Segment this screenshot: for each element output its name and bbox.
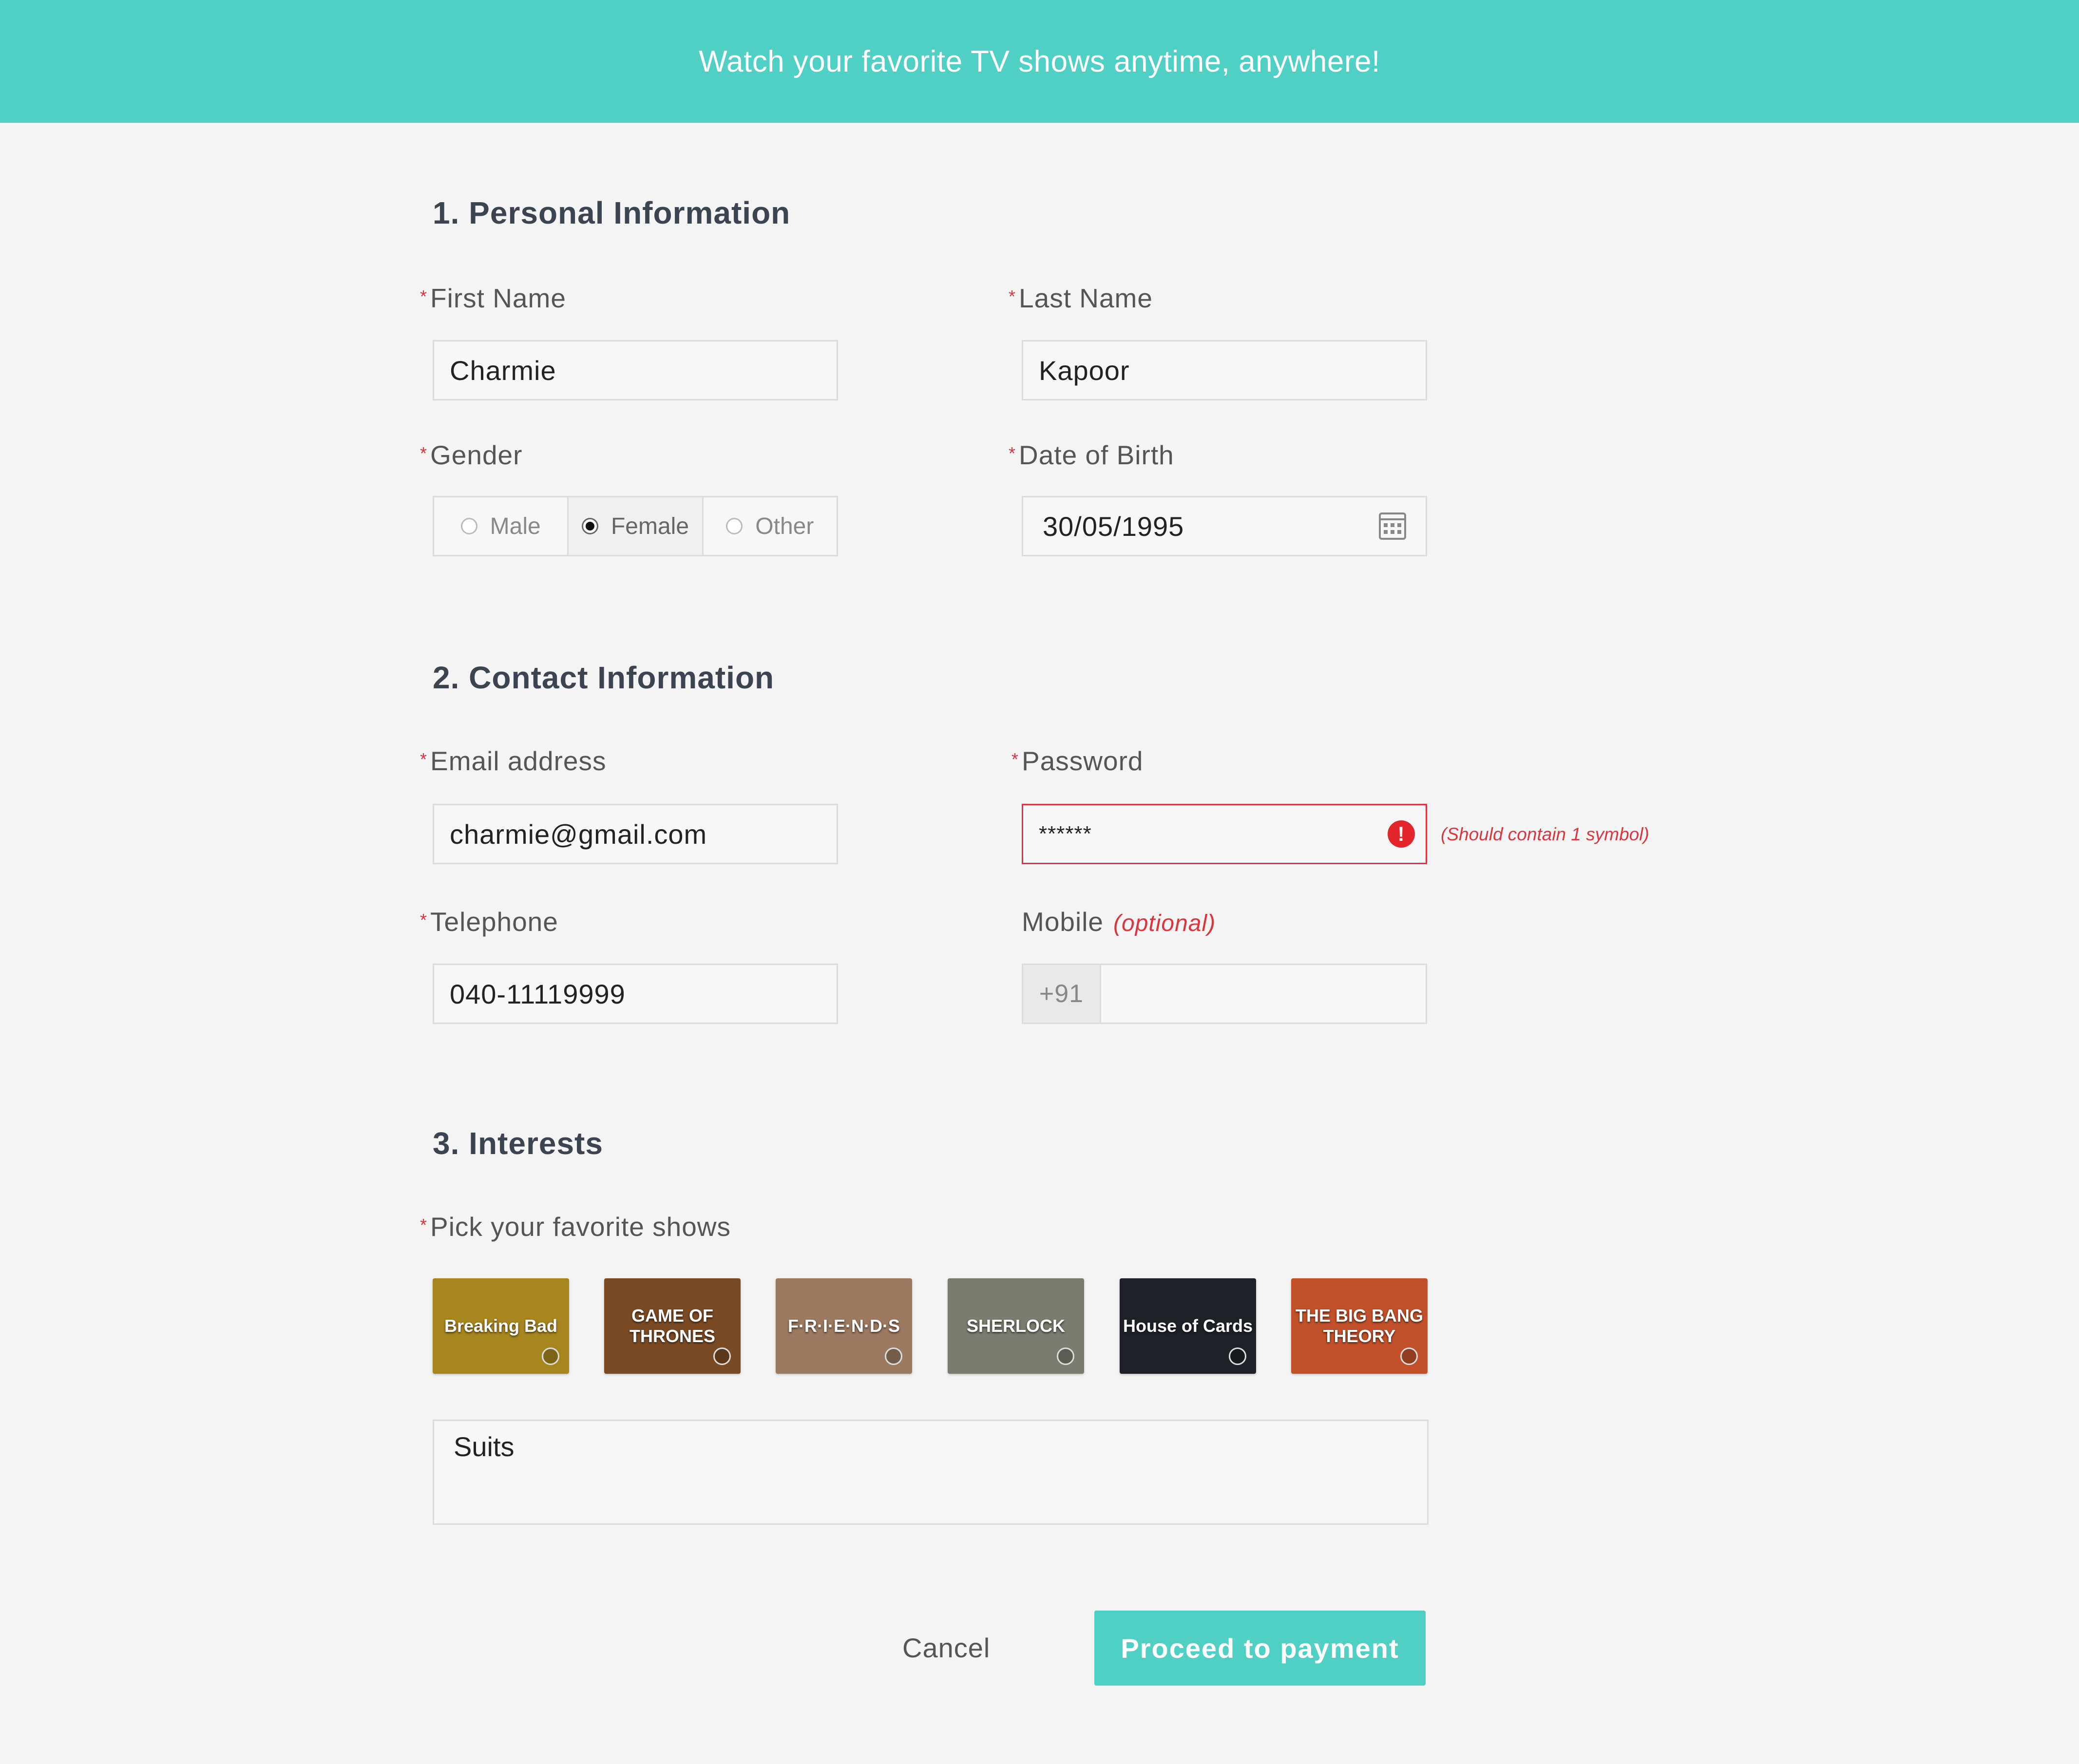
email-label: * Email address: [420, 746, 607, 776]
required-marker: *: [420, 443, 428, 463]
telephone-input[interactable]: 040-11119999: [433, 964, 838, 1024]
section-title-interests: 3. Interests: [433, 1126, 603, 1161]
calendar-icon[interactable]: [1379, 512, 1406, 540]
required-marker: *: [420, 910, 428, 930]
show-tile-big-bang-theory[interactable]: THE BIG BANG THEORY: [1291, 1278, 1428, 1374]
required-marker: *: [1009, 286, 1016, 306]
other-shows-textarea[interactable]: Suits: [433, 1420, 1429, 1525]
telephone-label: * Telephone: [420, 907, 558, 937]
mobile-input[interactable]: +91: [1022, 964, 1427, 1024]
select-circle-icon: [1400, 1347, 1418, 1365]
first-name-input[interactable]: Charmie: [433, 340, 838, 400]
proceed-to-payment-button[interactable]: Proceed to payment: [1094, 1611, 1426, 1686]
banner-text: Watch your favorite TV shows anytime, an…: [699, 44, 1380, 78]
gender-radio-group: Male Female Other: [433, 496, 838, 556]
show-tile-sherlock[interactable]: SHERLOCK: [948, 1278, 1084, 1374]
dob-label: * Date of Birth: [1009, 440, 1174, 470]
required-marker: *: [420, 286, 428, 306]
password-label: * Password: [1011, 746, 1144, 776]
gender-label: * Gender: [420, 440, 523, 470]
required-marker: *: [1009, 443, 1016, 463]
favorite-shows-label: * Pick your favorite shows: [420, 1212, 731, 1242]
gender-option-other[interactable]: Other: [704, 497, 837, 555]
select-circle-icon: [885, 1347, 902, 1365]
error-icon: !: [1388, 820, 1415, 848]
gender-option-male[interactable]: Male: [434, 497, 569, 555]
select-circle-icon: [542, 1347, 559, 1365]
section-title-personal: 1. Personal Information: [433, 195, 791, 230]
required-marker: *: [1011, 749, 1019, 769]
radio-icon: [726, 518, 743, 534]
top-banner: Watch your favorite TV shows anytime, an…: [0, 0, 2079, 123]
password-error-message: (Should contain 1 symbol): [1441, 824, 1649, 844]
select-circle-icon: [1229, 1347, 1246, 1365]
last-name-label: * Last Name: [1009, 283, 1153, 313]
last-name-input[interactable]: Kapoor: [1022, 340, 1427, 400]
section-title-contact: 2. Contact Information: [433, 660, 775, 695]
optional-tag: (optional): [1113, 910, 1216, 936]
radio-selected-icon: [581, 518, 598, 534]
show-tile-game-of-thrones[interactable]: GAME OF THRONES: [604, 1278, 741, 1374]
dob-input[interactable]: 30/05/1995: [1022, 496, 1427, 556]
radio-icon: [460, 518, 477, 534]
password-input[interactable]: ****** !: [1022, 804, 1427, 864]
select-circle-icon: [1057, 1347, 1074, 1365]
show-tile-breaking-bad[interactable]: Breaking Bad: [433, 1278, 569, 1374]
mobile-label: Mobile (optional): [1022, 907, 1216, 937]
email-input[interactable]: charmie@gmail.com: [433, 804, 838, 864]
required-marker: *: [420, 749, 428, 769]
country-code-prefix: +91: [1023, 965, 1101, 1023]
show-tile-friends[interactable]: F·R·I·E·N·D·S: [776, 1278, 912, 1374]
required-marker: *: [420, 1215, 428, 1235]
gender-option-female[interactable]: Female: [569, 497, 704, 555]
first-name-label: * First Name: [420, 283, 566, 313]
show-tile-house-of-cards[interactable]: House of Cards: [1120, 1278, 1256, 1374]
select-circle-icon: [713, 1347, 731, 1365]
cancel-button[interactable]: Cancel: [902, 1632, 990, 1664]
